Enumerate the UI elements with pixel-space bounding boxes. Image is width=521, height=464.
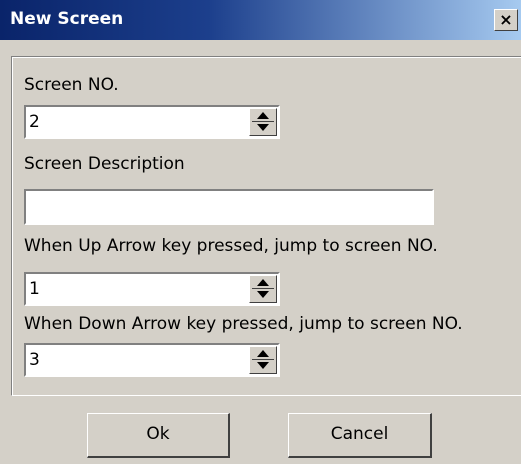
spin-divider	[252, 359, 274, 360]
spin-up-arrow-icon[interactable]	[257, 112, 269, 119]
spin-down-arrow-icon[interactable]	[257, 124, 269, 131]
screen-no-label: Screen NO.	[24, 75, 119, 95]
ok-button[interactable]: Ok	[87, 413, 230, 458]
up-arrow-value[interactable]: 1	[29, 279, 40, 299]
screen-no-spin-buttons[interactable]	[249, 108, 277, 136]
cancel-button[interactable]: Cancel	[288, 413, 432, 458]
close-button[interactable]: ×	[494, 9, 518, 31]
spin-down-arrow-icon[interactable]	[257, 291, 269, 298]
up-arrow-spinner[interactable]: 1	[24, 272, 280, 306]
spin-divider	[252, 121, 274, 122]
up-arrow-spin-buttons[interactable]	[249, 275, 277, 303]
window-title: New Screen	[10, 9, 124, 29]
spin-up-arrow-icon[interactable]	[257, 279, 269, 286]
description-label: Screen Description	[24, 154, 185, 174]
spin-up-arrow-icon[interactable]	[257, 350, 269, 357]
screen-no-value[interactable]: 2	[29, 112, 40, 132]
description-field[interactable]	[24, 189, 434, 225]
spin-down-arrow-icon[interactable]	[257, 362, 269, 369]
spin-divider	[252, 288, 274, 289]
title-bar: New Screen ×	[0, 0, 521, 40]
down-arrow-spinner[interactable]: 3	[24, 343, 280, 377]
down-arrow-label: When Down Arrow key pressed, jump to scr…	[24, 314, 463, 334]
down-arrow-value[interactable]: 3	[29, 350, 40, 370]
close-icon: ×	[499, 10, 513, 29]
up-arrow-label: When Up Arrow key pressed, jump to scree…	[24, 236, 438, 256]
screen-no-spinner[interactable]: 2	[24, 105, 280, 139]
down-arrow-spin-buttons[interactable]	[249, 346, 277, 374]
